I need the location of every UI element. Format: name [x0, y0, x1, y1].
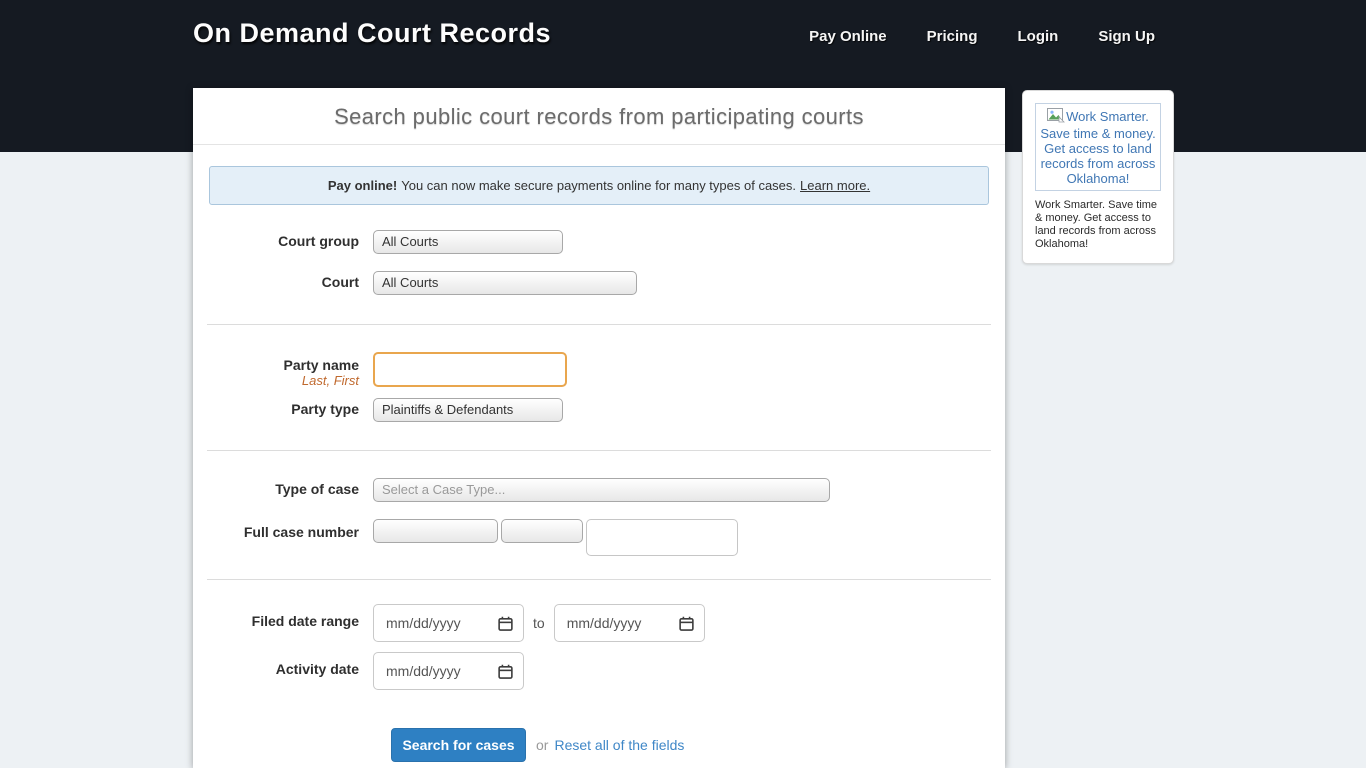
court-row: Court All Courts: [193, 271, 1005, 295]
case-number-label: Full case number: [193, 519, 373, 540]
court-group-label: Court group: [193, 230, 373, 249]
court-label: Court: [193, 271, 373, 290]
ad-broken-image-link[interactable]: Work Smarter. Save time & money. Get acc…: [1035, 103, 1161, 191]
filed-date-row: Filed date range mm/dd/yyyy to mm/dd/yyy…: [193, 604, 1005, 642]
party-type-label: Party type: [193, 398, 373, 417]
filed-date-start-input[interactable]: mm/dd/yyyy: [373, 604, 524, 642]
case-type-row: Type of case Select a Case Type...: [193, 478, 1005, 502]
date-placeholder: mm/dd/yyyy: [567, 615, 642, 631]
case-number-prefix-select[interactable]: [373, 519, 498, 543]
nav-login[interactable]: Login: [1018, 28, 1059, 45]
section-divider: [207, 579, 991, 580]
top-nav: Pay Online Pricing Login Sign Up: [809, 28, 1155, 45]
sidebar-ad-card: Work Smarter. Save time & money. Get acc…: [1022, 90, 1174, 264]
broken-image-icon: [1047, 108, 1065, 126]
court-select[interactable]: All Courts: [373, 271, 637, 295]
date-range-separator: to: [533, 604, 545, 642]
date-placeholder: mm/dd/yyyy: [386, 615, 461, 631]
activity-date-label: Activity date: [193, 652, 373, 677]
party-type-select[interactable]: Plaintiffs & Defendants: [373, 398, 563, 422]
section-divider: [207, 324, 991, 325]
learn-more-link[interactable]: Learn more.: [800, 178, 870, 193]
party-type-row: Party type Plaintiffs & Defendants: [193, 398, 1005, 422]
filed-date-end-input[interactable]: mm/dd/yyyy: [554, 604, 705, 642]
ad-caption: Work Smarter. Save time & money. Get acc…: [1035, 199, 1161, 251]
page-title: Search public court records from partici…: [193, 88, 1005, 145]
banner-bold-text: Pay online!: [328, 178, 397, 193]
calendar-icon[interactable]: [498, 616, 513, 631]
nav-pay-online[interactable]: Pay Online: [809, 28, 887, 45]
calendar-icon[interactable]: [498, 664, 513, 679]
case-type-select[interactable]: Select a Case Type...: [373, 478, 830, 502]
date-placeholder: mm/dd/yyyy: [386, 663, 461, 679]
party-name-label: Party name Last, First: [193, 352, 373, 388]
activity-date-row: Activity date mm/dd/yyyy: [193, 652, 1005, 690]
case-number-year-select[interactable]: [501, 519, 583, 543]
site-logo[interactable]: On Demand Court Records: [193, 18, 551, 49]
case-type-label: Type of case: [193, 478, 373, 497]
search-for-cases-button[interactable]: Search for cases: [391, 728, 526, 762]
activity-date-input[interactable]: mm/dd/yyyy: [373, 652, 524, 690]
party-name-input[interactable]: [373, 352, 567, 387]
banner-text: You can now make secure payments online …: [401, 178, 796, 193]
search-panel: Search public court records from partici…: [193, 88, 1005, 768]
nav-sign-up[interactable]: Sign Up: [1098, 28, 1155, 45]
court-group-row: Court group All Courts: [193, 230, 1005, 254]
form-actions-row: Search for cases or Reset all of the fie…: [391, 728, 1005, 762]
party-name-row: Party name Last, First: [193, 352, 1005, 388]
pay-online-banner: Pay online! You can now make secure paym…: [209, 166, 989, 205]
court-group-select[interactable]: All Courts: [373, 230, 563, 254]
or-text: or: [536, 737, 548, 753]
calendar-icon[interactable]: [679, 616, 694, 631]
section-divider: [207, 450, 991, 451]
case-number-row: Full case number: [193, 519, 1005, 556]
filed-date-label: Filed date range: [193, 604, 373, 629]
nav-pricing[interactable]: Pricing: [927, 28, 978, 45]
party-name-format-hint: Last, First: [193, 373, 359, 388]
case-number-input[interactable]: [586, 519, 738, 556]
reset-fields-link[interactable]: Reset all of the fields: [554, 737, 684, 753]
